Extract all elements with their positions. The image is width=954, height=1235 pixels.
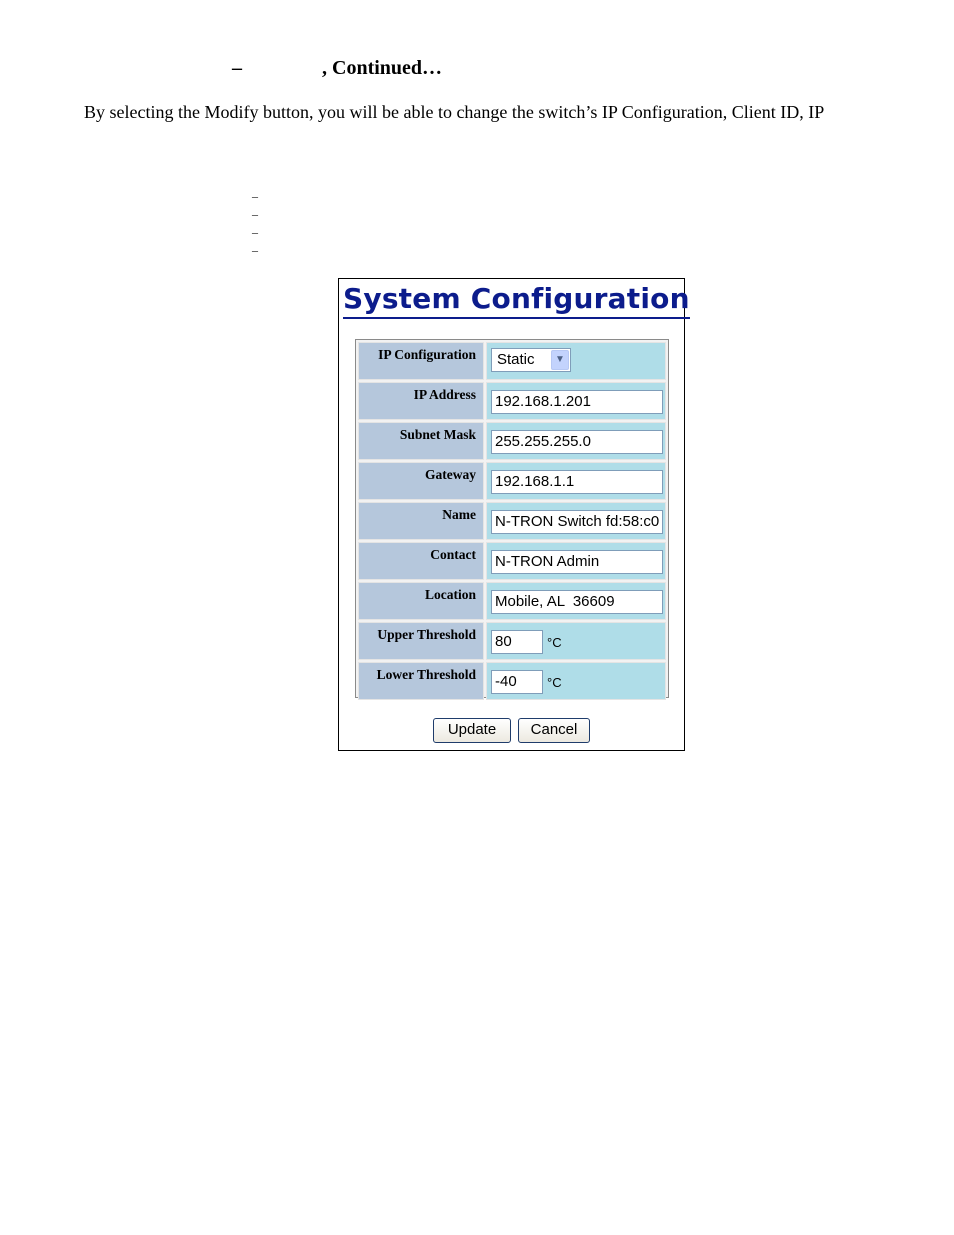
celsius-unit: °C (547, 635, 562, 650)
form-row-ip-configuration: IP Configuration Static ▼ (358, 342, 666, 380)
select-value: Static (497, 351, 535, 368)
field-label: Subnet Mask (358, 422, 484, 460)
field-label: Lower Threshold (358, 662, 484, 700)
upper-threshold-input[interactable]: 80 (491, 630, 543, 654)
heading-dash: – (232, 57, 242, 79)
form-row-name: Name N-TRON Switch fd:58:c0 (358, 502, 666, 540)
form-row-lower-threshold: Lower Threshold -40 °C (358, 662, 666, 700)
contact-input[interactable]: N-TRON Admin (491, 550, 663, 574)
panel-title: System Configuration (343, 281, 690, 319)
bullet-mark: – (252, 243, 258, 257)
location-input[interactable]: Mobile, AL 36609 (491, 590, 663, 614)
cancel-button[interactable]: Cancel (518, 718, 590, 743)
form-row-contact: Contact N-TRON Admin (358, 542, 666, 580)
form-row-ip-address: IP Address 192.168.1.201 (358, 382, 666, 420)
name-input[interactable]: N-TRON Switch fd:58:c0 (491, 510, 663, 534)
heading-continued: , Continued… (322, 57, 443, 79)
lower-threshold-input[interactable]: -40 (491, 670, 543, 694)
field-label: Gateway (358, 462, 484, 500)
form-row-subnet-mask: Subnet Mask 255.255.255.0 (358, 422, 666, 460)
subnet-mask-input[interactable]: 255.255.255.0 (491, 430, 663, 454)
form-row-upper-threshold: Upper Threshold 80 °C (358, 622, 666, 660)
ip-address-input[interactable]: 192.168.1.201 (491, 390, 663, 414)
celsius-unit: °C (547, 675, 562, 690)
form-row-location: Location Mobile, AL 36609 (358, 582, 666, 620)
field-label: Contact (358, 542, 484, 580)
intro-paragraph: By selecting the Modify button, you will… (84, 102, 825, 122)
bullet-mark: – (252, 207, 258, 221)
system-configuration-screenshot: System Configuration IP Configuration St… (338, 278, 690, 751)
field-label: Name (358, 502, 484, 540)
field-label: Upper Threshold (358, 622, 484, 660)
form-row-gateway: Gateway 192.168.1.1 (358, 462, 666, 500)
bullet-mark: – (252, 225, 258, 239)
gateway-input[interactable]: 192.168.1.1 (491, 470, 663, 494)
chevron-down-icon[interactable]: ▼ (551, 350, 569, 370)
field-label: IP Address (358, 382, 484, 420)
update-button[interactable]: Update (433, 718, 511, 743)
field-label: Location (358, 582, 484, 620)
section-heading: – , Continued… (232, 57, 442, 80)
ip-configuration-select[interactable]: Static ▼ (491, 348, 571, 372)
bullet-mark: – (252, 189, 258, 203)
configuration-form: IP Configuration Static ▼ IP Address 192… (355, 339, 669, 700)
field-label: IP Configuration (358, 342, 484, 380)
